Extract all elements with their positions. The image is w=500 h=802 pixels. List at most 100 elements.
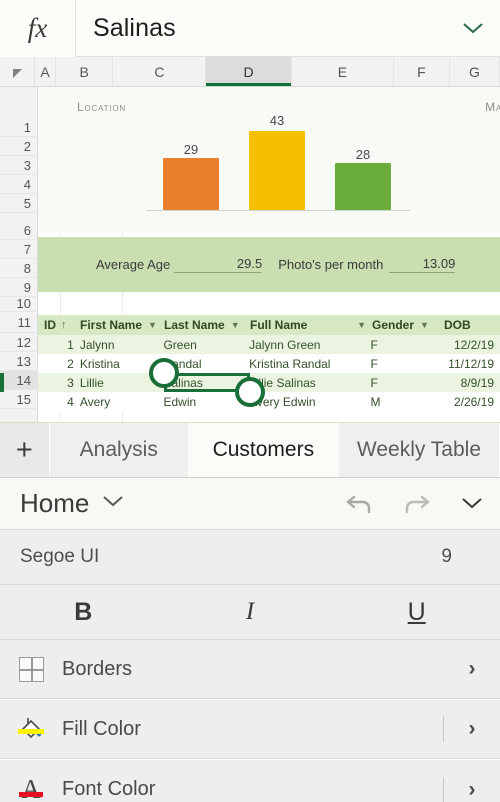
italic-button[interactable]: I <box>167 585 334 639</box>
bold-button[interactable]: B <box>0 585 167 639</box>
cell-full-name: Kristina Randal <box>249 356 331 371</box>
chevron-down-icon <box>462 498 482 509</box>
redo-button[interactable] <box>388 491 444 517</box>
fill-color-chevron[interactable]: › <box>444 717 500 741</box>
excel-mobile-app: fx Salinas A B C D E F G 1 2 3 4 5 6 7 8… <box>0 0 500 802</box>
fill-color-icon <box>0 715 62 743</box>
row-number: 7 <box>23 241 31 257</box>
fx-icon: fx <box>27 12 48 43</box>
table-row[interactable]: 2 Kristina Randal Kristina Randal F 11/1… <box>38 354 500 373</box>
summary-stats-band[interactable]: Average Age 29.5 Photo's per month 13.09 <box>38 237 500 292</box>
text-style-row: B I U <box>0 585 500 640</box>
formula-expand-button[interactable] <box>446 0 500 57</box>
font-color-row[interactable]: A Font Color › <box>0 760 500 802</box>
font-settings-row: Segoe UI 9 <box>0 530 500 585</box>
row-header-6[interactable]: 6 <box>0 221 38 240</box>
table-header-label: First Name <box>80 318 143 332</box>
column-header-id[interactable]: ID ↑ <box>38 315 80 335</box>
column-header-G[interactable]: G <box>449 57 500 86</box>
formula-bar: fx Salinas <box>0 0 500 57</box>
row-header-8[interactable]: 8 <box>0 259 38 278</box>
row-header-11[interactable]: 11 <box>0 312 38 333</box>
table-row[interactable]: 4 Avery Edwin Avery Edwin M 2/26/19 <box>38 392 500 411</box>
photos-per-month-value: 13.09 <box>389 256 456 273</box>
collapse-ribbon-button[interactable] <box>444 497 500 510</box>
font-size-field[interactable]: 9 <box>441 546 452 568</box>
bar-OR <box>163 158 219 210</box>
underline-button[interactable]: U <box>333 585 500 639</box>
undo-button[interactable] <box>332 491 388 517</box>
chart-title: Location <box>77 100 126 114</box>
filter-caret-icon[interactable]: ▼ <box>357 320 366 330</box>
column-header-E[interactable]: E <box>291 57 395 86</box>
customers-table: ID ↑ First Name ▼ Last Name ▼ Full Name … <box>38 315 500 411</box>
chevron-down-icon[interactable] <box>102 495 124 513</box>
chevron-down-glyph <box>103 495 124 506</box>
table-row[interactable]: 1 Jalynn Green Jalynn Green F 12/2/19 <box>38 335 500 354</box>
column-header-dob[interactable]: DOB <box>440 315 500 335</box>
spreadsheet-grid[interactable]: 1 2 3 4 5 6 7 8 9 10 11 12 13 14 15 Loca… <box>0 87 500 422</box>
select-all-button[interactable] <box>0 57 36 86</box>
borders-chevron[interactable]: › <box>444 657 500 681</box>
column-header-full-name[interactable]: Full Name ▼ <box>250 315 372 335</box>
ribbon-header: Home <box>0 478 500 530</box>
cell-gender: F <box>370 375 378 390</box>
bar-chart-card[interactable]: Location Ma 29 OR 43 CA 28 WA <box>38 87 500 258</box>
row-number: 12 <box>16 334 31 350</box>
column-header-gender[interactable]: Gender ▼ <box>372 315 440 335</box>
column-header-first-name[interactable]: First Name ▼ <box>80 315 164 335</box>
column-header-A[interactable]: A <box>35 57 56 86</box>
borders-label: Borders <box>62 657 133 680</box>
borders-row[interactable]: Borders › <box>0 640 500 699</box>
column-header-last-name[interactable]: Last Name ▼ <box>164 315 250 335</box>
sheet-tab-weekly-table[interactable]: Weekly Table <box>338 423 500 477</box>
ribbon-tab-label[interactable]: Home <box>20 488 89 519</box>
row-number: 1 <box>23 119 31 135</box>
filter-caret-icon[interactable]: ▼ <box>231 320 240 330</box>
selection-handle-bottom-icon[interactable] <box>235 377 265 407</box>
table-header-label: DOB <box>444 318 471 332</box>
add-sheet-button[interactable]: + <box>0 423 50 477</box>
column-header-B[interactable]: B <box>55 57 114 86</box>
cell-gender: F <box>370 337 378 352</box>
row-header-2[interactable]: 2 <box>0 137 38 156</box>
row-number: 15 <box>16 391 31 407</box>
row-header-7[interactable]: 7 <box>0 240 38 259</box>
row-header-5[interactable]: 5 <box>0 194 38 213</box>
sheet-tab-customers[interactable]: Customers <box>188 423 339 477</box>
sheet-tab-label: Customers <box>212 438 315 461</box>
bar-value-label: 43 <box>269 113 285 128</box>
row-header-3[interactable]: 3 <box>0 156 38 175</box>
photos-per-month-label: Photo's per month <box>278 257 384 272</box>
row-header-15[interactable]: 15 <box>0 390 38 409</box>
table-row[interactable]: 3 Lillie Salinas Lillie Salinas F 8/9/19 <box>38 373 500 392</box>
row-header-13[interactable]: 13 <box>0 352 38 371</box>
table-header-label: Full Name <box>250 318 308 332</box>
sort-ascending-icon[interactable]: ↑ <box>61 319 67 331</box>
sheet-tab-analysis[interactable]: Analysis <box>49 423 189 477</box>
column-label: C <box>154 63 165 80</box>
filter-caret-icon[interactable]: ▼ <box>420 320 429 330</box>
column-header-C[interactable]: C <box>113 57 207 86</box>
plus-icon: + <box>15 433 33 466</box>
letter-a-glyph: A <box>21 774 41 802</box>
chart-title-secondary: Ma <box>485 100 500 114</box>
row-header-12[interactable]: 12 <box>0 333 38 352</box>
row-header-4[interactable]: 4 <box>0 175 38 194</box>
row-header-14[interactable]: 14 <box>0 371 38 390</box>
font-color-chevron[interactable]: › <box>444 778 500 802</box>
row-number: 4 <box>23 176 31 192</box>
font-name-field[interactable]: Segoe UI <box>20 546 99 568</box>
table-header-row: ID ↑ First Name ▼ Last Name ▼ Full Name … <box>38 315 500 335</box>
formula-input[interactable]: Salinas <box>76 14 446 43</box>
function-button[interactable]: fx <box>0 0 76 57</box>
cell-id: 3 <box>67 375 74 390</box>
selection-handle-top-icon[interactable] <box>149 358 179 388</box>
row-header-10[interactable]: 10 <box>0 295 38 312</box>
font-color-label: Font Color <box>62 778 156 800</box>
fill-color-row[interactable]: Fill Color › <box>0 700 500 759</box>
filter-caret-icon[interactable]: ▼ <box>148 320 157 330</box>
column-header-F[interactable]: F <box>394 57 450 86</box>
column-header-D[interactable]: D <box>206 57 292 86</box>
row-header-1[interactable]: 1 <box>0 118 38 137</box>
